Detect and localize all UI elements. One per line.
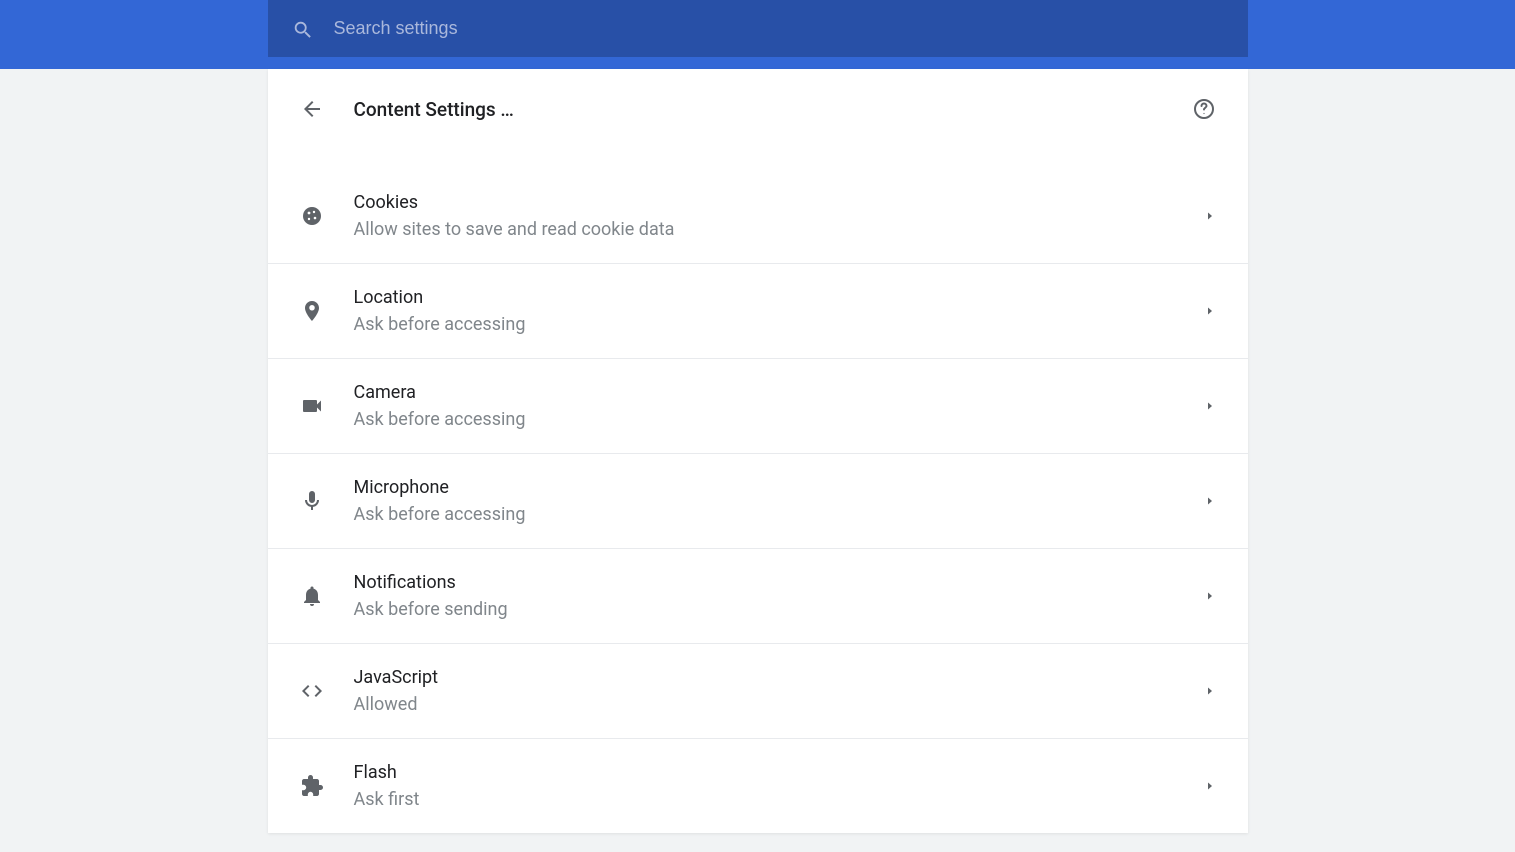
setting-title: Camera bbox=[354, 379, 1204, 406]
location-icon bbox=[300, 299, 324, 323]
setting-subtitle: Ask before accessing bbox=[354, 311, 1204, 338]
search-icon bbox=[292, 19, 312, 39]
setting-row-camera[interactable]: CameraAsk before accessing bbox=[268, 358, 1248, 453]
panel-header: Content Settings … bbox=[268, 69, 1248, 149]
setting-title: Cookies bbox=[354, 189, 1204, 216]
setting-title: JavaScript bbox=[354, 664, 1204, 691]
setting-row-cookies[interactable]: CookiesAllow sites to save and read cook… bbox=[268, 169, 1248, 263]
setting-subtitle: Ask before sending bbox=[354, 596, 1204, 623]
setting-subtitle: Ask before accessing bbox=[354, 406, 1204, 433]
setting-text: NotificationsAsk before sending bbox=[354, 569, 1204, 623]
setting-text: FlashAsk first bbox=[354, 759, 1204, 813]
puzzle-icon bbox=[300, 774, 324, 798]
settings-panel: Content Settings … CookiesAllow sites to… bbox=[268, 69, 1248, 833]
bell-icon bbox=[300, 584, 324, 608]
setting-row-microphone[interactable]: MicrophoneAsk before accessing bbox=[268, 453, 1248, 548]
top-bar bbox=[0, 0, 1515, 69]
setting-text: LocationAsk before accessing bbox=[354, 284, 1204, 338]
setting-title: Location bbox=[354, 284, 1204, 311]
page-title: Content Settings … bbox=[354, 98, 1192, 121]
setting-row-location[interactable]: LocationAsk before accessing bbox=[268, 263, 1248, 358]
setting-subtitle: Allow sites to save and read cookie data bbox=[354, 216, 1204, 243]
chevron-right-icon bbox=[1204, 400, 1216, 412]
setting-text: CameraAsk before accessing bbox=[354, 379, 1204, 433]
setting-text: JavaScriptAllowed bbox=[354, 664, 1204, 718]
setting-title: Microphone bbox=[354, 474, 1204, 501]
setting-row-notifications[interactable]: NotificationsAsk before sending bbox=[268, 548, 1248, 643]
setting-subtitle: Ask before accessing bbox=[354, 501, 1204, 528]
setting-text: CookiesAllow sites to save and read cook… bbox=[354, 189, 1204, 243]
chevron-right-icon bbox=[1204, 780, 1216, 792]
mic-icon bbox=[300, 489, 324, 513]
setting-title: Flash bbox=[354, 759, 1204, 786]
camera-icon bbox=[300, 394, 324, 418]
back-button[interactable] bbox=[300, 97, 324, 121]
settings-list: CookiesAllow sites to save and read cook… bbox=[268, 149, 1248, 833]
search-input[interactable] bbox=[334, 18, 1224, 39]
setting-row-javascript[interactable]: JavaScriptAllowed bbox=[268, 643, 1248, 738]
chevron-right-icon bbox=[1204, 305, 1216, 317]
chevron-right-icon bbox=[1204, 210, 1216, 222]
code-icon bbox=[300, 679, 324, 703]
setting-text: MicrophoneAsk before accessing bbox=[354, 474, 1204, 528]
setting-subtitle: Allowed bbox=[354, 691, 1204, 718]
setting-subtitle: Ask first bbox=[354, 786, 1204, 813]
cookie-icon bbox=[300, 204, 324, 228]
search-bar[interactable] bbox=[268, 0, 1248, 57]
chevron-right-icon bbox=[1204, 685, 1216, 697]
chevron-right-icon bbox=[1204, 590, 1216, 602]
setting-row-flash[interactable]: FlashAsk first bbox=[268, 738, 1248, 833]
help-button[interactable] bbox=[1192, 97, 1216, 121]
chevron-right-icon bbox=[1204, 495, 1216, 507]
setting-title: Notifications bbox=[354, 569, 1204, 596]
